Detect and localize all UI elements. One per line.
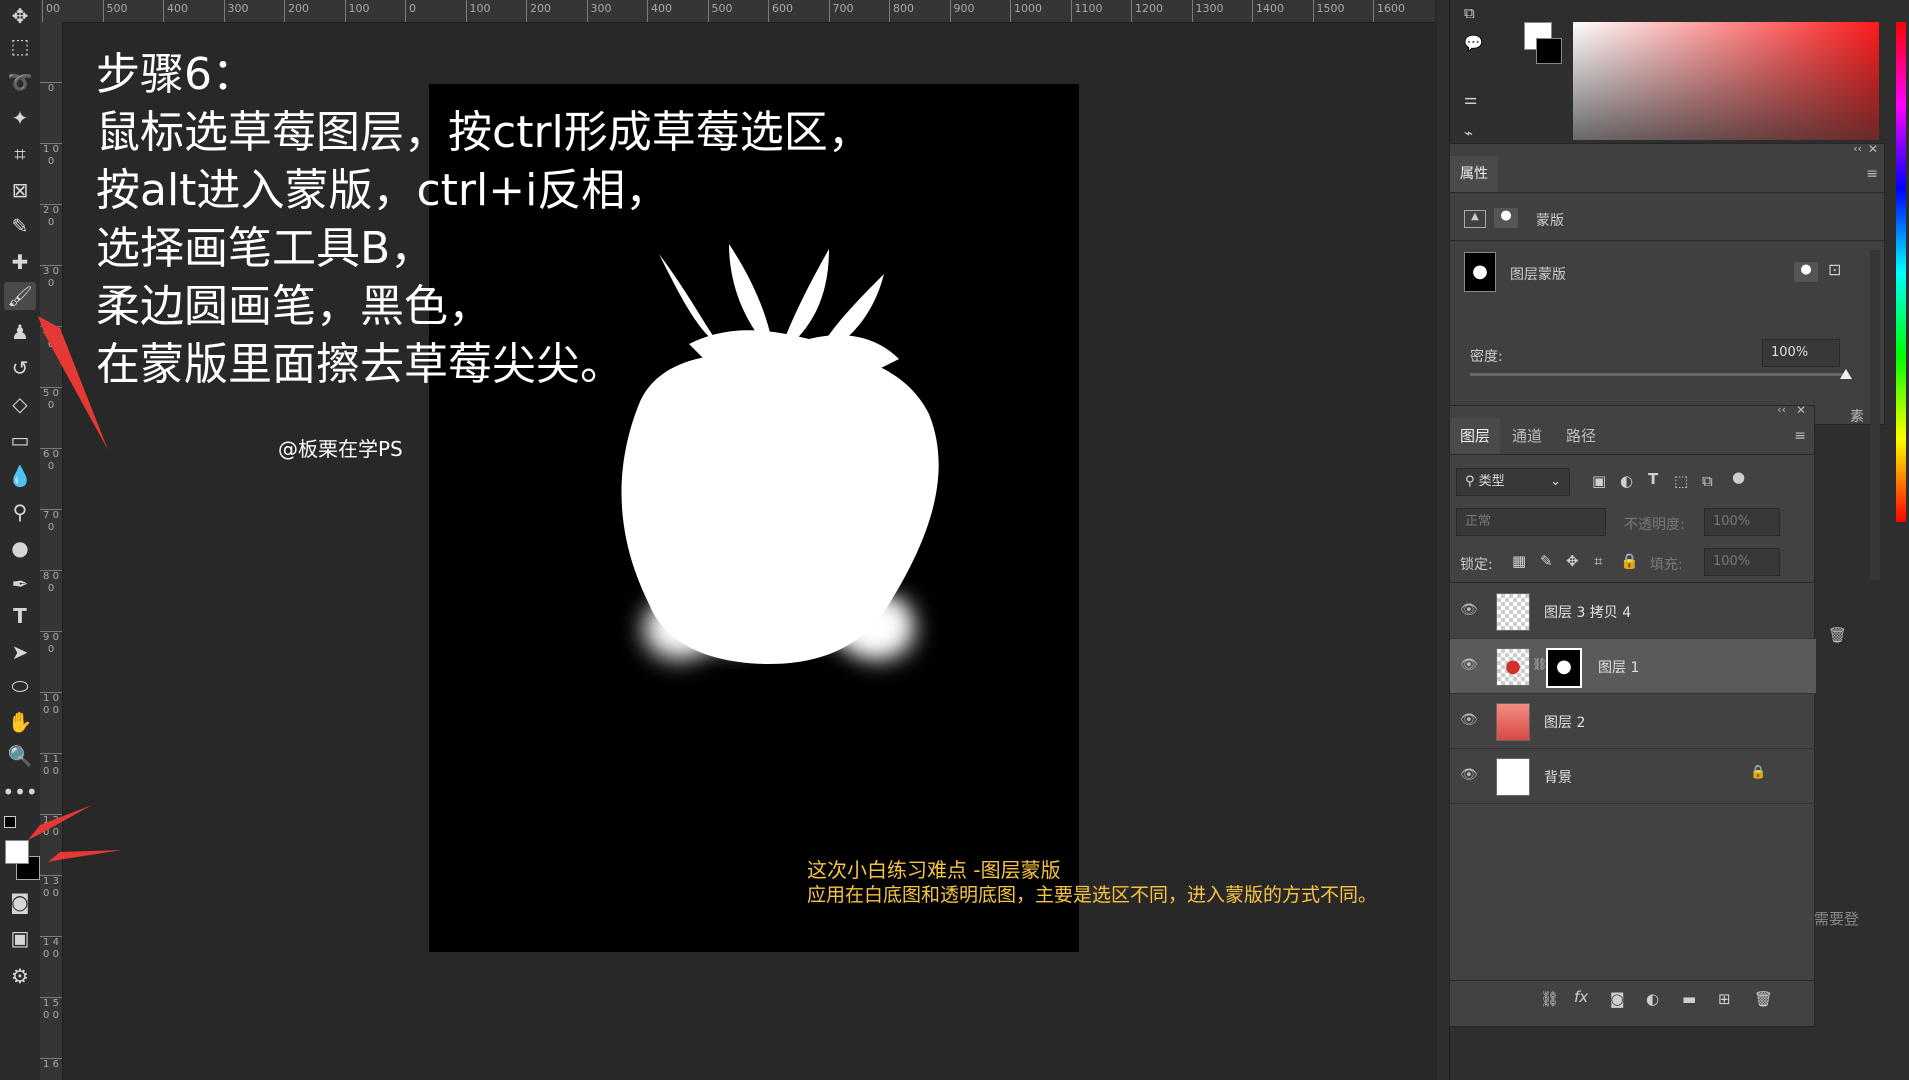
properties-panel: ‹‹ ✕ 属性 ≡ ▲ ● 蒙版 ● 图层蒙版 ● ⊡ 密度: 100% 素 <box>1449 142 1885 425</box>
lock-all-icon[interactable]: 🔒 <box>1620 552 1639 570</box>
layer-mask-label: 图层蒙版 <box>1510 267 1566 283</box>
new-group-icon[interactable]: ▬ <box>1682 990 1696 1008</box>
brush-settings-icon[interactable]: ⚌ <box>1464 90 1477 108</box>
layer-row-selected[interactable]: 👁 ● ⛓ ● 图层 1 <box>1450 639 1816 694</box>
new-layer-icon[interactable]: ⊞ <box>1718 990 1731 1008</box>
layer-row[interactable]: 👁 图层 2 <box>1450 694 1816 749</box>
mask-thumbnail[interactable]: ● <box>1464 252 1496 292</box>
mask-type-label: 蒙版 <box>1536 213 1564 229</box>
density-slider-handle[interactable] <box>1840 369 1852 379</box>
layers-collapse-icon[interactable]: ‹‹ <box>1777 403 1786 416</box>
visibility-eye-icon[interactable]: 👁 <box>1460 767 1478 783</box>
add-mask-icon[interactable]: ◙ <box>1610 990 1625 1008</box>
history-icon[interactable]: ⧉ <box>1464 4 1475 22</box>
red-arrow-brush <box>38 316 108 450</box>
layer-name[interactable]: 图层 2 <box>1544 712 1585 732</box>
fill-field[interactable]: 100% <box>1704 548 1780 576</box>
filter-shape-icon[interactable]: ⬚ <box>1674 472 1688 490</box>
red-arrow-default-colors <box>28 805 92 840</box>
layer-row[interactable]: 👁 背景 🔒 <box>1450 749 1816 804</box>
partial-label: 素 <box>1850 409 1864 425</box>
filter-adjustment-icon[interactable]: ◐ <box>1620 472 1633 490</box>
density-label: 密度: <box>1470 349 1503 365</box>
layer-name[interactable]: 背景 <box>1544 767 1572 787</box>
filter-kind-label: 类型 <box>1478 474 1505 489</box>
link-layers-icon[interactable]: ⛓ <box>1540 990 1559 1008</box>
lock-icon: 🔒 <box>1750 765 1767 780</box>
tab-properties[interactable]: 属性 <box>1450 156 1498 192</box>
pixel-mask-icon[interactable]: ▲ <box>1464 210 1486 228</box>
filter-pixel-icon[interactable]: ▣ <box>1592 472 1606 490</box>
lock-transparency-icon[interactable]: ▦ <box>1512 552 1526 570</box>
trash-icon-behind: 🗑 <box>1828 626 1848 644</box>
adjustment-layer-icon[interactable]: ◐ <box>1646 990 1659 1008</box>
partial-login-text: 需要登 <box>1814 910 1860 928</box>
opacity-label: 不透明度: <box>1624 517 1685 533</box>
comment-icon[interactable]: 💬 <box>1464 34 1483 52</box>
lock-artboard-icon[interactable]: ⌗ <box>1594 552 1602 570</box>
color-field[interactable] <box>1573 22 1879 140</box>
brush-presets-icon[interactable]: ⌁ <box>1464 124 1473 142</box>
blend-mode-select[interactable]: 正常 <box>1456 508 1606 536</box>
visibility-eye-icon[interactable]: 👁 <box>1460 712 1478 728</box>
fill-label: 填充: <box>1650 557 1683 573</box>
density-field[interactable]: 100% <box>1762 339 1840 367</box>
hue-slider[interactable] <box>1896 22 1906 522</box>
layer-thumbnail[interactable] <box>1496 758 1530 796</box>
red-arrow-swatch <box>48 850 122 862</box>
lock-label: 锁定: <box>1460 557 1493 573</box>
delete-layer-icon[interactable]: 🗑 <box>1754 990 1773 1008</box>
layer-filter-select[interactable]: ⚲ 类型 ⌄ <box>1456 468 1570 496</box>
search-icon: ⚲ <box>1465 474 1479 489</box>
close-icon[interactable]: ✕ <box>1868 142 1878 156</box>
layer-name[interactable]: 图层 3 拷贝 4 <box>1544 602 1631 622</box>
layers-menu-icon[interactable]: ≡ <box>1794 428 1806 444</box>
lock-pixels-icon[interactable]: ✎ <box>1540 552 1553 570</box>
select-mask-icon[interactable]: ● <box>1794 262 1818 282</box>
layer-thumbnail[interactable] <box>1496 593 1530 631</box>
layer-row[interactable]: 👁 图层 3 拷贝 4 <box>1450 584 1816 639</box>
fx-icon[interactable]: fx <box>1574 988 1588 1006</box>
tab-channels[interactable]: 通道 <box>1502 418 1552 454</box>
layer-thumbnail-strawberry[interactable]: ● <box>1496 648 1530 686</box>
visibility-eye-icon[interactable]: 👁 <box>1460 602 1478 618</box>
panel-menu-icon[interactable]: ≡ <box>1866 166 1878 182</box>
layer-mask-thumbnail[interactable]: ● <box>1546 648 1582 688</box>
color-bg-swatch[interactable] <box>1536 38 1562 64</box>
lock-position-icon[interactable]: ✥ <box>1566 552 1579 570</box>
link-chain-icon[interactable]: ⛓ <box>1532 657 1547 671</box>
layer-thumbnail[interactable] <box>1496 703 1530 741</box>
vector-mask-icon[interactable]: ● <box>1494 208 1518 228</box>
opacity-field[interactable]: 100% <box>1704 508 1780 536</box>
filter-toggle-icon[interactable]: ● <box>1732 468 1745 486</box>
layers-close-icon[interactable]: ✕ <box>1796 403 1806 417</box>
tab-layers[interactable]: 图层 <box>1450 418 1501 454</box>
filter-type-icon[interactable]: T <box>1648 470 1658 488</box>
filter-smart-object-icon[interactable]: ⧉ <box>1702 472 1713 490</box>
collapse-icon[interactable]: ‹‹ <box>1853 142 1862 155</box>
layers-panel: ‹‹ ✕ 图层 通道 路径 ≡ ⚲ 类型 ⌄ ▣ ◐ T ⬚ ⧉ ● 正常 不透明… <box>1449 403 1816 1027</box>
add-vector-mask-icon[interactable]: ⊡ <box>1828 260 1841 279</box>
visibility-eye-icon[interactable]: 👁 <box>1460 657 1478 673</box>
chevron-down-icon: ⌄ <box>1550 474 1561 489</box>
tab-paths[interactable]: 路径 <box>1556 418 1606 454</box>
layer-name[interactable]: 图层 1 <box>1598 657 1639 677</box>
properties-scrollbar[interactable] <box>1870 250 1880 580</box>
density-slider-track[interactable] <box>1470 373 1846 376</box>
